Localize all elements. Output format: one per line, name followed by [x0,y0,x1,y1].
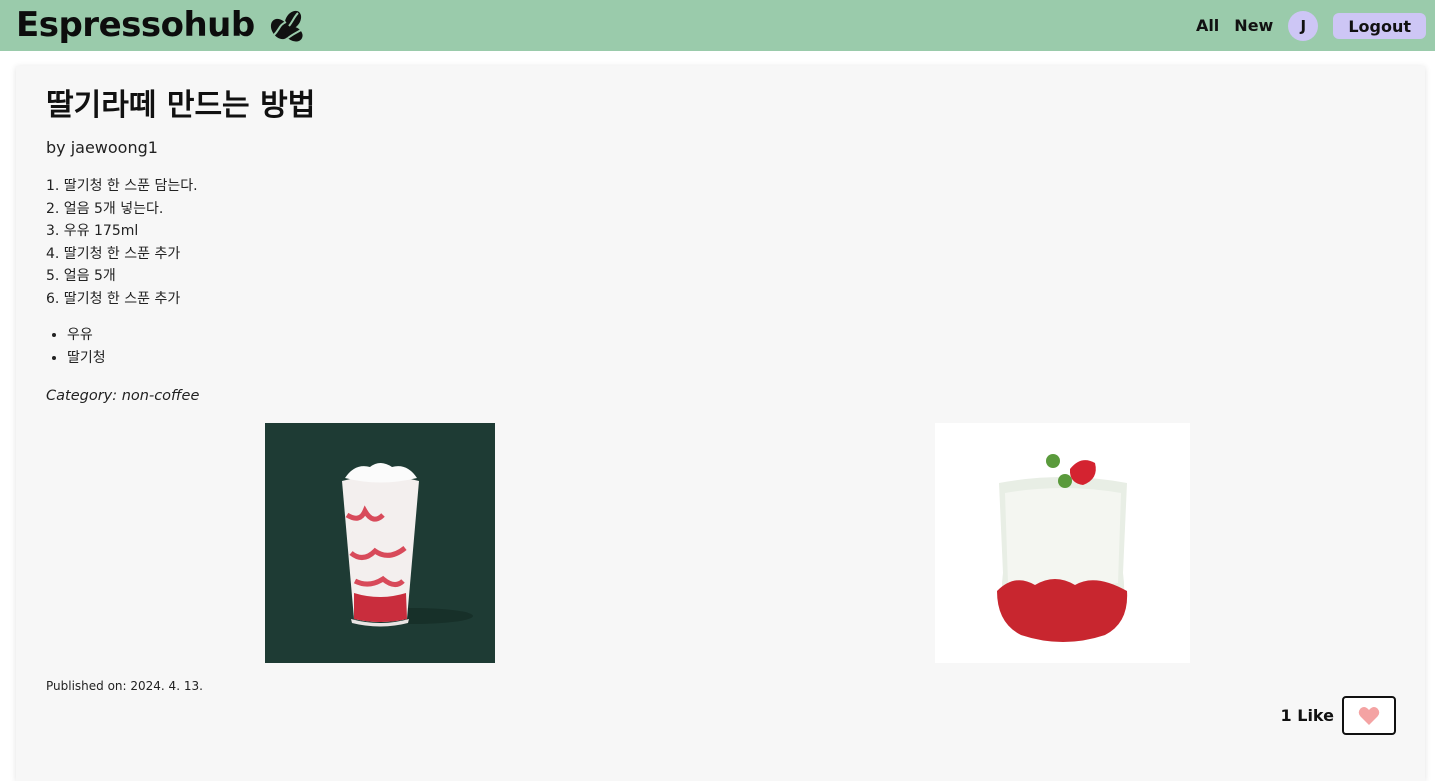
coffee-beans-icon [270,10,303,42]
strawberry-latte-photo-white [935,423,1190,663]
recipe-step: 3. 우유 175ml [46,223,139,239]
brand[interactable]: Espressohub [16,5,305,45]
post-title: 딸기라떼 만드는 방법 [46,88,316,123]
like-area: 1 Like [1281,696,1396,735]
post-category: Category: non-coffee [46,388,200,404]
recipe-step: 6. 딸기청 한 스푼 추가 [46,290,181,307]
nav-all-link[interactable]: All [1196,12,1219,40]
recipe-step: 4. 딸기청 한 스푼 추가 [46,245,181,262]
strawberry-latte-photo-dark [265,423,495,663]
ingredient-item: 우유 [67,324,106,347]
like-button[interactable] [1342,696,1396,735]
top-navbar: Espressohub All New J Logout [0,0,1435,51]
recipe-steps: 1. 딸기청 한 스푼 담는다. 2. 얼음 5개 넣는다. 3. 우유 175… [46,175,198,310]
ingredient-list: 우유 딸기청 [46,324,106,370]
recipe-step: 1. 딸기청 한 스푼 담는다. [46,178,198,194]
ingredient-item: 딸기청 [67,347,106,370]
brand-name[interactable]: Espressohub [16,5,255,45]
recipe-step: 2. 얼음 5개 넣는다. [46,200,164,217]
nav-new-link[interactable]: New [1234,12,1273,40]
like-count: 1 Like [1280,706,1334,725]
logout-button[interactable]: Logout [1333,13,1426,39]
recipe-step: 5. 얼음 5개 [46,268,116,284]
post-card: 딸기라떼 만드는 방법 by jaewoong1 1. 딸기청 한 스푼 담는다… [16,66,1425,781]
user-avatar[interactable]: J [1288,11,1319,41]
published-date: Published on: 2024. 4. 13. [46,679,203,693]
top-nav: All New J Logout [1196,11,1426,41]
heart-icon [1358,706,1380,725]
post-author: by jaewoong1 [46,138,158,157]
